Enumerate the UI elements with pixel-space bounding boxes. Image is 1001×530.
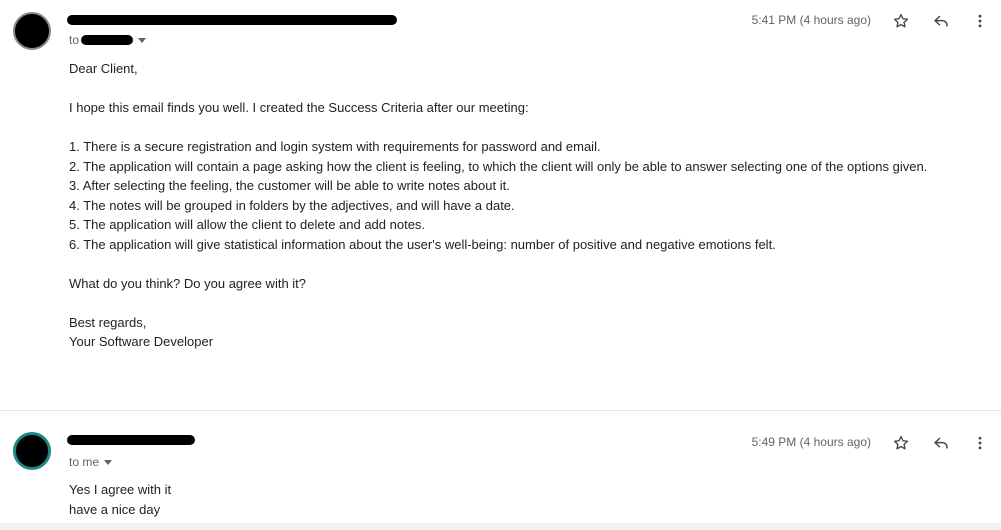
star-button[interactable] [889, 431, 913, 455]
email-message-2: to me 5:49 PM (4 hours ago) Yes I agree … [0, 412, 1001, 524]
sender-name-redacted [67, 435, 195, 445]
reply-icon [934, 437, 948, 449]
recipient-line: to me [69, 455, 113, 469]
bottom-strip [0, 523, 1001, 530]
greeting: Dear Client, [69, 61, 138, 76]
criteria-item: 6. The application will give statistical… [69, 236, 776, 252]
recipient-line: to [69, 33, 147, 47]
chevron-down-icon[interactable] [104, 460, 113, 465]
body-line: have a nice day [69, 501, 161, 517]
sender-avatar[interactable] [13, 432, 51, 470]
sender-avatar[interactable] [13, 12, 51, 50]
chevron-down-icon[interactable] [138, 38, 147, 43]
more-vert-icon [978, 436, 982, 450]
body-line: Yes I agree with it [69, 482, 172, 497]
sender-name-redacted [67, 15, 397, 25]
criteria-item: 4. The notes will be grouped in folders … [69, 197, 515, 213]
signature: Your Software Developer [69, 334, 214, 349]
more-vert-icon [978, 14, 982, 28]
star-button[interactable] [889, 9, 913, 33]
reply-button[interactable] [929, 9, 953, 33]
email-message-1: to 5:41 PM (4 hours ago) Dear Client, I … [0, 0, 1001, 411]
question-paragraph: What do you think? Do you agree with it? [69, 275, 307, 291]
recipient-redacted [81, 35, 134, 45]
recipient-prefix: to [69, 33, 80, 47]
criteria-item: 2. The application will contain a page a… [69, 158, 928, 174]
criteria-item: 5. The application will allow the client… [69, 217, 426, 232]
email-body: Yes I agree with it have a nice day [69, 480, 969, 519]
star-icon [893, 435, 909, 450]
star-icon [893, 13, 909, 28]
reply-icon [934, 15, 948, 27]
intro-paragraph: I hope this email finds you well. I crea… [69, 100, 529, 115]
email-body: Dear Client, I hope this email finds you… [69, 59, 969, 352]
message-timestamp: 5:41 PM (4 hours ago) [751, 13, 871, 27]
message-divider [0, 410, 1001, 411]
recipient-text: to me [69, 455, 100, 469]
more-options-button[interactable] [968, 9, 992, 33]
message-timestamp: 5:49 PM (4 hours ago) [751, 435, 871, 449]
reply-button[interactable] [929, 431, 953, 455]
signoff: Best regards, [69, 314, 147, 330]
criteria-item: 3. After selecting the feeling, the cust… [69, 178, 510, 193]
criteria-item: 1. There is a secure registration and lo… [69, 139, 601, 154]
more-options-button[interactable] [968, 431, 992, 455]
